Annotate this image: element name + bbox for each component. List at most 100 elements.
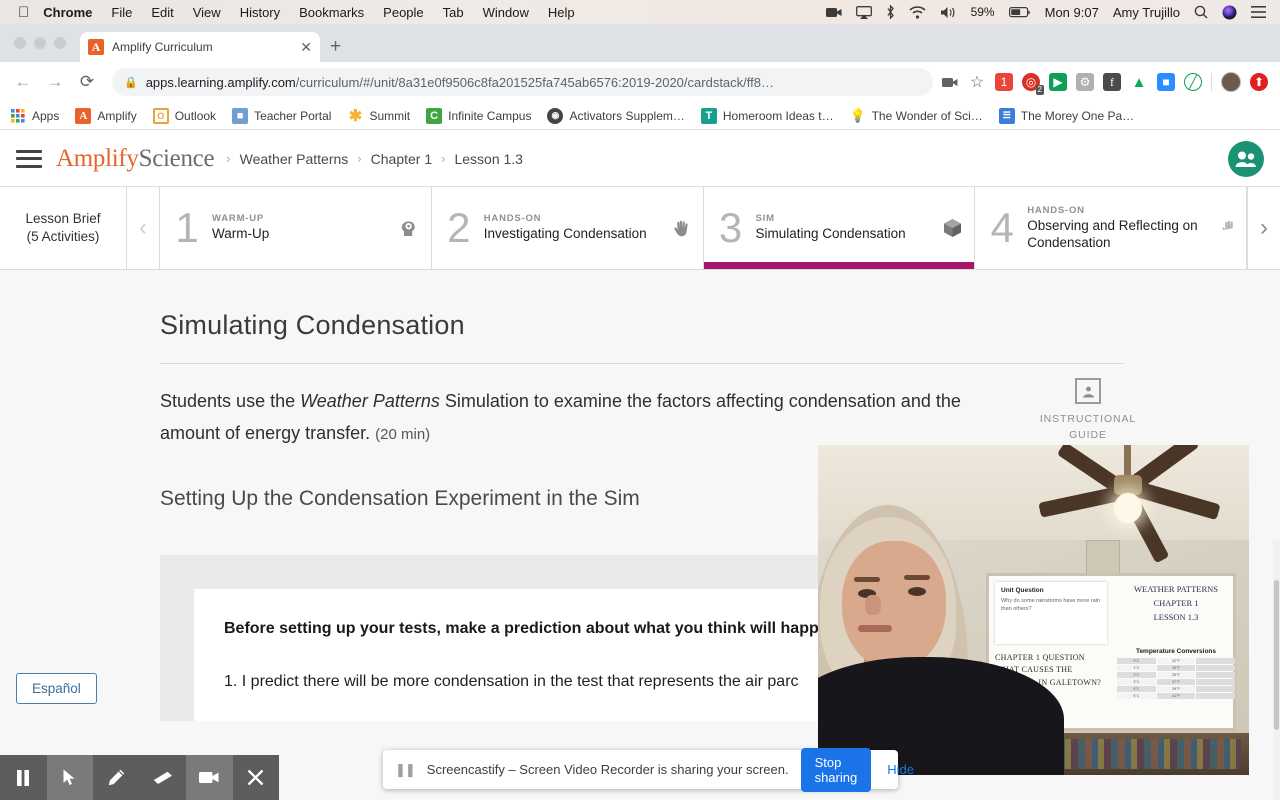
bookmark-amplify[interactable]: A Amplify [75,107,137,124]
extension-target-icon[interactable]: ◎ 2 [1022,73,1044,95]
bookmark-homeroom-ideas[interactable]: T Homeroom Ideas t… [700,107,834,124]
ceiling-fan-light [1114,493,1142,523]
activity-tab-2[interactable]: 2 HANDS-ON Investigating Condensation [432,187,704,269]
airplay-icon[interactable] [855,5,872,19]
facebook-icon[interactable]: f [1103,73,1121,91]
person-eye-right [908,587,926,596]
scrollbar-thumb[interactable] [1274,580,1279,730]
forward-arrow-icon[interactable]: → [40,67,70,97]
close-window-button[interactable] [14,37,26,49]
control-center-list-icon[interactable] [1251,6,1266,18]
eraser-tool-button[interactable] [139,755,186,800]
stop-sharing-button[interactable]: Stop sharing [800,747,872,792]
espanol-language-button[interactable]: Español [16,673,97,704]
hide-notification-button[interactable]: Hide [883,762,918,777]
video-camera-icon[interactable] [825,7,842,18]
profile-avatar-icon[interactable] [1221,72,1241,92]
chevron-right-icon[interactable]: › [1247,187,1280,269]
close-recorder-button[interactable] [232,755,279,800]
bookmarks-bar: Apps A Amplify O Outlook ■ Teacher Porta… [0,102,1280,130]
activity-tab-1[interactable]: 1 WARM-UP Warm-Up [160,187,432,269]
extension-red-icon[interactable]: 1 [995,73,1013,91]
browser-tab[interactable]: A Amplify Curriculum ✕ [80,32,320,62]
bookmark-summit[interactable]: ✱ Summit [347,108,411,125]
menu-item-history[interactable]: History [240,5,280,20]
wifi-icon[interactable] [909,5,926,19]
lesson-brief-tab[interactable]: Lesson Brief (5 Activities) [0,187,127,269]
cursor-tool-button[interactable] [46,755,93,800]
cast-icon[interactable]: ▶ [1049,73,1067,91]
cube-icon [943,218,962,238]
bookmark-morey-one-pager[interactable]: ☰ The Morey One Pa… [998,107,1134,124]
activity-tab-3[interactable]: 3 SIM Simulating Condensation [703,187,976,269]
menu-item-chrome[interactable]: Chrome [43,5,92,20]
ceiling-fan-hub [1114,475,1142,495]
screenshot-root:  Chrome File Edit View History Bookmark… [0,0,1280,800]
bookmark-activators-supplement[interactable]: ◉ Activators Supplem… [547,107,685,124]
maximize-window-button[interactable] [54,37,66,49]
class-roster-avatar-icon[interactable] [1228,140,1264,177]
pause-recording-button[interactable] [0,755,47,800]
extension-gray-icon[interactable]: ⚙ [1076,73,1094,91]
hand-icon [672,219,691,238]
menu-item-bookmarks[interactable]: Bookmarks [299,5,364,20]
screencastify-icon[interactable]: ⬆ [1250,73,1268,91]
breadcrumb-item-unit[interactable]: Weather Patterns [240,151,349,167]
breadcrumb-item-lesson[interactable]: Lesson 1.3 [454,151,523,167]
webcam-video-overlay[interactable]: Unit Question Why do some rainstorms hav… [818,445,1249,775]
bookmark-infinite-campus[interactable]: C Infinite Campus [426,107,531,124]
activity-kicker: HANDS-ON [483,213,542,225]
bookmark-star-icon[interactable]: ☆ [968,73,986,91]
pause-icon[interactable]: ❚❚ [395,762,416,778]
siri-icon[interactable] [1222,5,1237,20]
unit-question-body: Why do some rainstorms have more rain th… [1001,598,1101,613]
chevron-left-icon[interactable]: ‹ [127,187,160,269]
bookmark-label: Teacher Portal [254,108,332,123]
volume-icon[interactable] [940,6,957,19]
close-icon[interactable]: ✕ [300,40,312,54]
battery-icon[interactable] [1008,6,1031,18]
google-classroom-icon[interactable]: ╱ [1184,73,1202,91]
menu-item-tab[interactable]: Tab [443,5,464,20]
window-controls[interactable] [14,37,66,49]
bookmark-apps[interactable]: Apps [10,108,59,124]
activity-tab-4[interactable]: 4 HANDS-ON Observing and Reflecting on C… [975,187,1247,269]
menu-item-window[interactable]: Window [483,5,529,20]
instructional-guide-button[interactable]: INSTRUCTIONAL GUIDE [1028,378,1148,444]
minimize-window-button[interactable] [34,37,46,49]
screen-record-icon[interactable] [941,73,959,91]
menu-item-file[interactable]: File [111,5,132,20]
screen-recorder-toolbar [0,755,279,800]
bluetooth-icon[interactable] [886,5,895,19]
menu-item-edit[interactable]: Edit [151,5,173,20]
pen-tool-button[interactable] [93,755,140,800]
temperature-chart-title: Temperature Conversions [1135,648,1217,655]
bookmark-outlook[interactable]: O Outlook [152,107,216,124]
search-icon[interactable] [1194,5,1208,19]
menu-item-view[interactable]: View [193,5,221,20]
lightbulb-icon: 💡 [849,107,866,123]
bookmark-label: Summit [369,108,411,123]
reload-icon[interactable]: ⟳ [72,67,102,97]
breadcrumb-item-chapter[interactable]: Chapter 1 [371,151,432,167]
amplify-science-logo[interactable]: AmplifyScience [56,145,215,173]
webcam-toggle-button[interactable] [186,755,233,800]
user-name-label[interactable]: Amy Trujillo [1113,5,1180,20]
google-drive-icon[interactable]: ▲ [1130,73,1148,91]
page-scrollbar[interactable] [1273,540,1280,800]
battery-percent-label: 59% [970,5,995,19]
clock-label[interactable]: Mon 9:07 [1045,5,1099,20]
toolbar-divider [1211,73,1212,91]
hamburger-menu-icon[interactable] [16,149,42,168]
menu-item-people[interactable]: People [383,5,423,20]
zoom-icon[interactable]: ■ [1157,73,1175,91]
apple-icon[interactable]:  [18,5,29,20]
plus-icon[interactable]: + [330,37,341,56]
url-path: /curriculum/#/unit/8a31e0f9506c8fa201525… [295,74,774,90]
menu-item-help[interactable]: Help [548,5,575,20]
bookmark-wonder-of-science[interactable]: 💡 The Wonder of Sci… [850,108,983,124]
url-text: apps.learning.amplify.com/curriculum/#/u… [146,75,774,90]
address-bar[interactable]: 🔒 apps.learning.amplify.com/curriculum/#… [112,68,933,96]
bookmark-teacher-portal[interactable]: ■ Teacher Portal [232,107,332,124]
back-arrow-icon[interactable]: ← [8,67,38,97]
